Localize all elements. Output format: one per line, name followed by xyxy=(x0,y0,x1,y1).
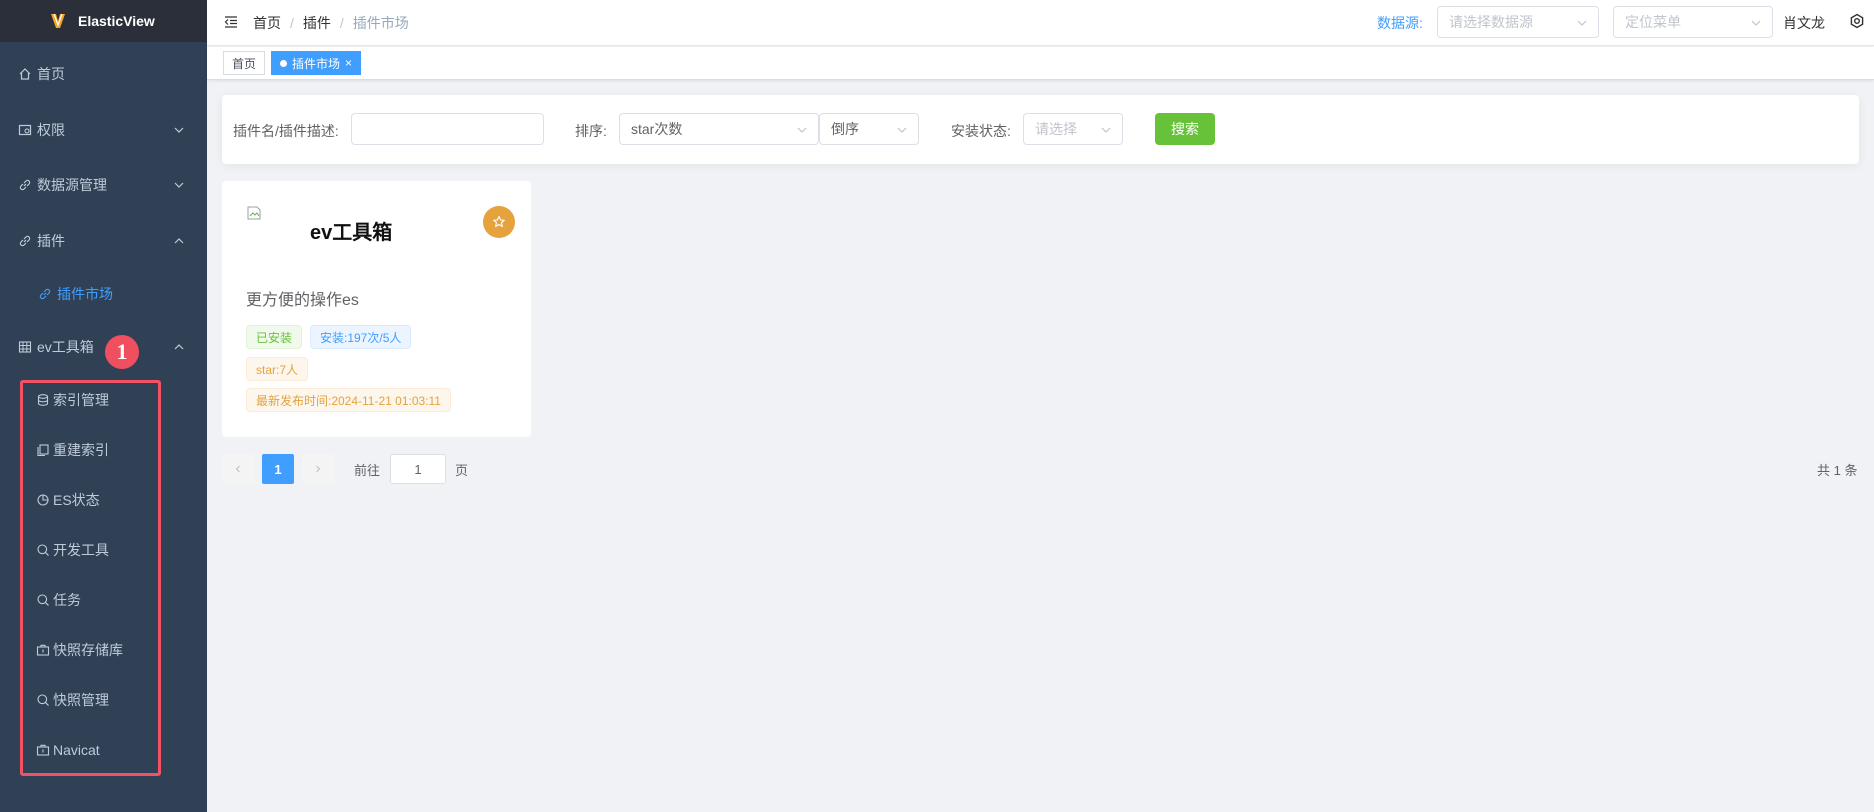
menu-locator-placeholder: 定位菜单 xyxy=(1625,14,1681,30)
order-select[interactable]: 倒序 xyxy=(819,113,919,145)
status-select[interactable]: 请选择 xyxy=(1023,113,1123,145)
search-button[interactable]: 搜索 xyxy=(1155,113,1215,145)
sidebar-item-label: 权限 xyxy=(37,122,65,138)
tags-view: 首页 插件市场 × xyxy=(207,47,1874,80)
image-icon xyxy=(18,123,32,137)
breadcrumb-home[interactable]: 首页 xyxy=(253,13,281,33)
chevron-down-icon xyxy=(897,127,907,133)
navbar: 首页 / 插件 / 插件市场 数据源: 请选择数据源 定位菜单 肖文龙 xyxy=(207,0,1874,46)
status-label: 安装状态: xyxy=(951,123,1011,139)
star-icon xyxy=(493,215,505,228)
sidebar-item-label: 插件 xyxy=(37,233,65,249)
home-icon xyxy=(18,67,32,81)
star-count-tag: star:7人 xyxy=(246,357,309,381)
plugin-description: 更方便的操作es xyxy=(246,292,359,309)
datasource-placeholder: 请选择数据源 xyxy=(1449,14,1533,30)
sidebar-item-label: 插件市场 xyxy=(57,286,113,302)
goto-page-input[interactable]: 1 xyxy=(390,454,446,484)
sidebar-item-plugin-market[interactable]: 插件市场 xyxy=(0,274,207,314)
sidebar-item-plugins[interactable]: 插件 xyxy=(0,221,207,261)
chevron-right-icon xyxy=(316,465,321,473)
breadcrumb-current: 插件市场 xyxy=(352,15,409,31)
installed-tag: 已安装 xyxy=(246,325,303,349)
tag-label: 插件市场 xyxy=(292,56,341,71)
chevron-down-icon xyxy=(174,127,184,133)
next-page-button[interactable] xyxy=(302,454,334,484)
chevron-down-icon xyxy=(1577,20,1587,26)
link-icon xyxy=(18,178,32,192)
plugin-card[interactable]: ev工具箱 更方便的操作es 已安装 安装:197次/5人 star:7人 最新… xyxy=(222,181,531,437)
goto-label: 前往 xyxy=(354,463,381,478)
user-name[interactable]: 肖文龙 xyxy=(1783,13,1825,33)
tag-home[interactable]: 首页 xyxy=(223,51,266,75)
menu-locator-select[interactable]: 定位菜单 xyxy=(1613,6,1773,38)
sidebar: ElasticView 首页 权限 数据源管理 插件 插件市场 ev工具箱 1 … xyxy=(0,0,207,812)
install-count-tag: 安装:197次/5人 xyxy=(310,325,412,349)
chevron-up-icon xyxy=(174,238,184,244)
order-value: 倒序 xyxy=(831,121,859,137)
chevron-down-icon xyxy=(1751,20,1761,26)
sidebar-item-ev-toolbox[interactable]: ev工具箱 xyxy=(0,327,207,367)
release-time-tag: 最新发布时间:2024-11-21 01:03:11 xyxy=(246,388,451,412)
page-suffix: 页 xyxy=(455,463,469,478)
sidebar-item-datasource[interactable]: 数据源管理 xyxy=(0,165,207,205)
chevron-down-icon xyxy=(174,182,184,188)
datasource-label: 数据源: xyxy=(1377,15,1423,31)
chevron-down-icon xyxy=(1101,127,1111,133)
link-icon xyxy=(18,234,32,248)
chevron-up-icon xyxy=(174,344,184,350)
status-placeholder: 请选择 xyxy=(1035,121,1077,137)
breadcrumb-plugins[interactable]: 插件 xyxy=(303,13,331,33)
sidebar-item-home[interactable]: 首页 xyxy=(0,54,207,94)
tag-plugin-market[interactable]: 插件市场 × xyxy=(271,51,362,75)
annotation-badge: 1 xyxy=(105,335,139,369)
chevron-left-icon xyxy=(235,465,240,473)
table-icon xyxy=(18,340,32,354)
breadcrumb-separator: / xyxy=(339,15,344,31)
datasource-select[interactable]: 请选择数据源 xyxy=(1437,6,1599,38)
page-number-button[interactable]: 1 xyxy=(262,454,294,484)
broken-image-icon xyxy=(247,206,261,220)
logo-icon xyxy=(51,13,65,28)
tag-label: 首页 xyxy=(232,56,257,71)
sidebar-item-label: 数据源管理 xyxy=(37,177,107,193)
sidebar-item-label: 首页 xyxy=(37,66,65,82)
annotation-highlight-box xyxy=(20,380,161,776)
close-icon[interactable]: × xyxy=(345,56,352,70)
app-name: ElasticView xyxy=(78,13,155,29)
menu-fold-icon[interactable] xyxy=(223,14,239,30)
sort-label: 排序: xyxy=(575,123,607,139)
sidebar-item-label: ev工具箱 xyxy=(37,339,94,355)
total-count: 共 1 条 xyxy=(1817,463,1858,478)
sort-select[interactable]: star次数 xyxy=(619,113,819,145)
chevron-down-icon xyxy=(797,127,807,133)
plugin-title: ev工具箱 xyxy=(310,222,393,244)
breadcrumb: 首页 / 插件 / 插件市场 xyxy=(253,13,409,33)
name-filter-label: 插件名/插件描述: xyxy=(233,123,339,139)
prev-page-button[interactable] xyxy=(222,454,254,484)
active-dot-icon xyxy=(280,59,287,67)
filter-panel: 插件名/插件描述: 排序: star次数 倒序 安装状态: 请选择 搜索 xyxy=(222,95,1859,164)
link-icon xyxy=(38,287,52,301)
sidebar-item-permissions[interactable]: 权限 xyxy=(0,110,207,150)
brand[interactable]: ElasticView xyxy=(0,0,207,42)
sort-value: star次数 xyxy=(631,121,683,137)
star-button[interactable] xyxy=(483,206,515,238)
gear-icon[interactable] xyxy=(1849,13,1865,29)
name-filter-input[interactable] xyxy=(351,113,544,145)
breadcrumb-separator: / xyxy=(290,15,294,31)
